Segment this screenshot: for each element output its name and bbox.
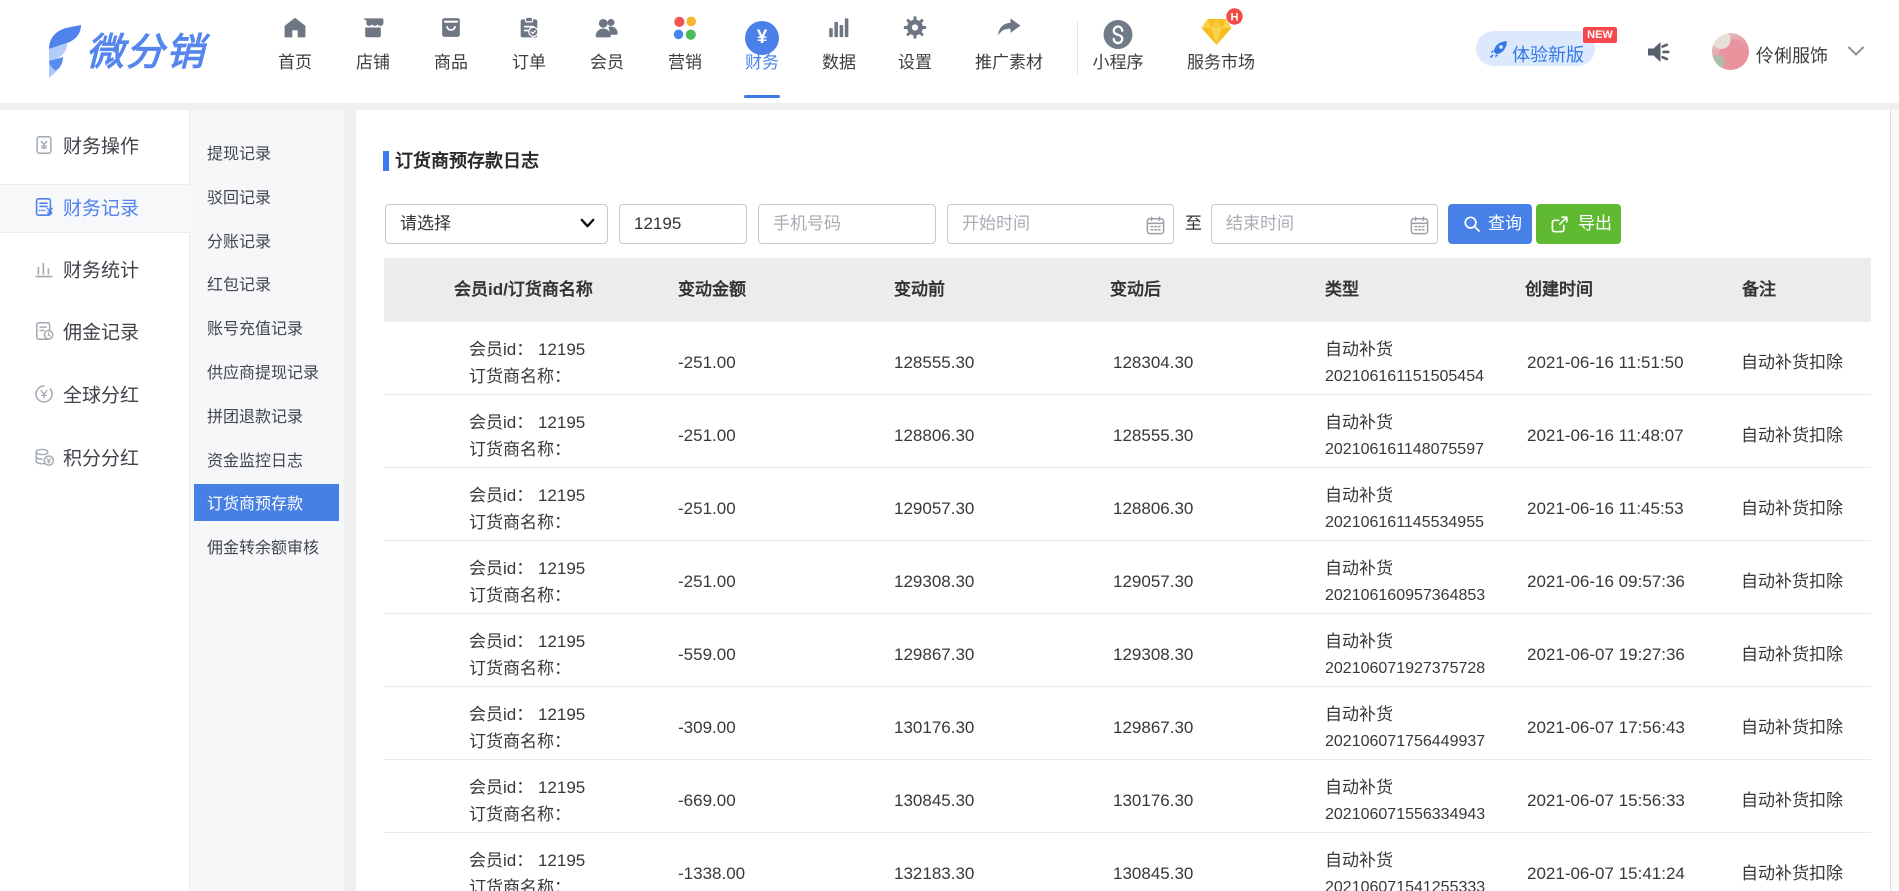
svg-text:H: H: [1231, 11, 1239, 23]
